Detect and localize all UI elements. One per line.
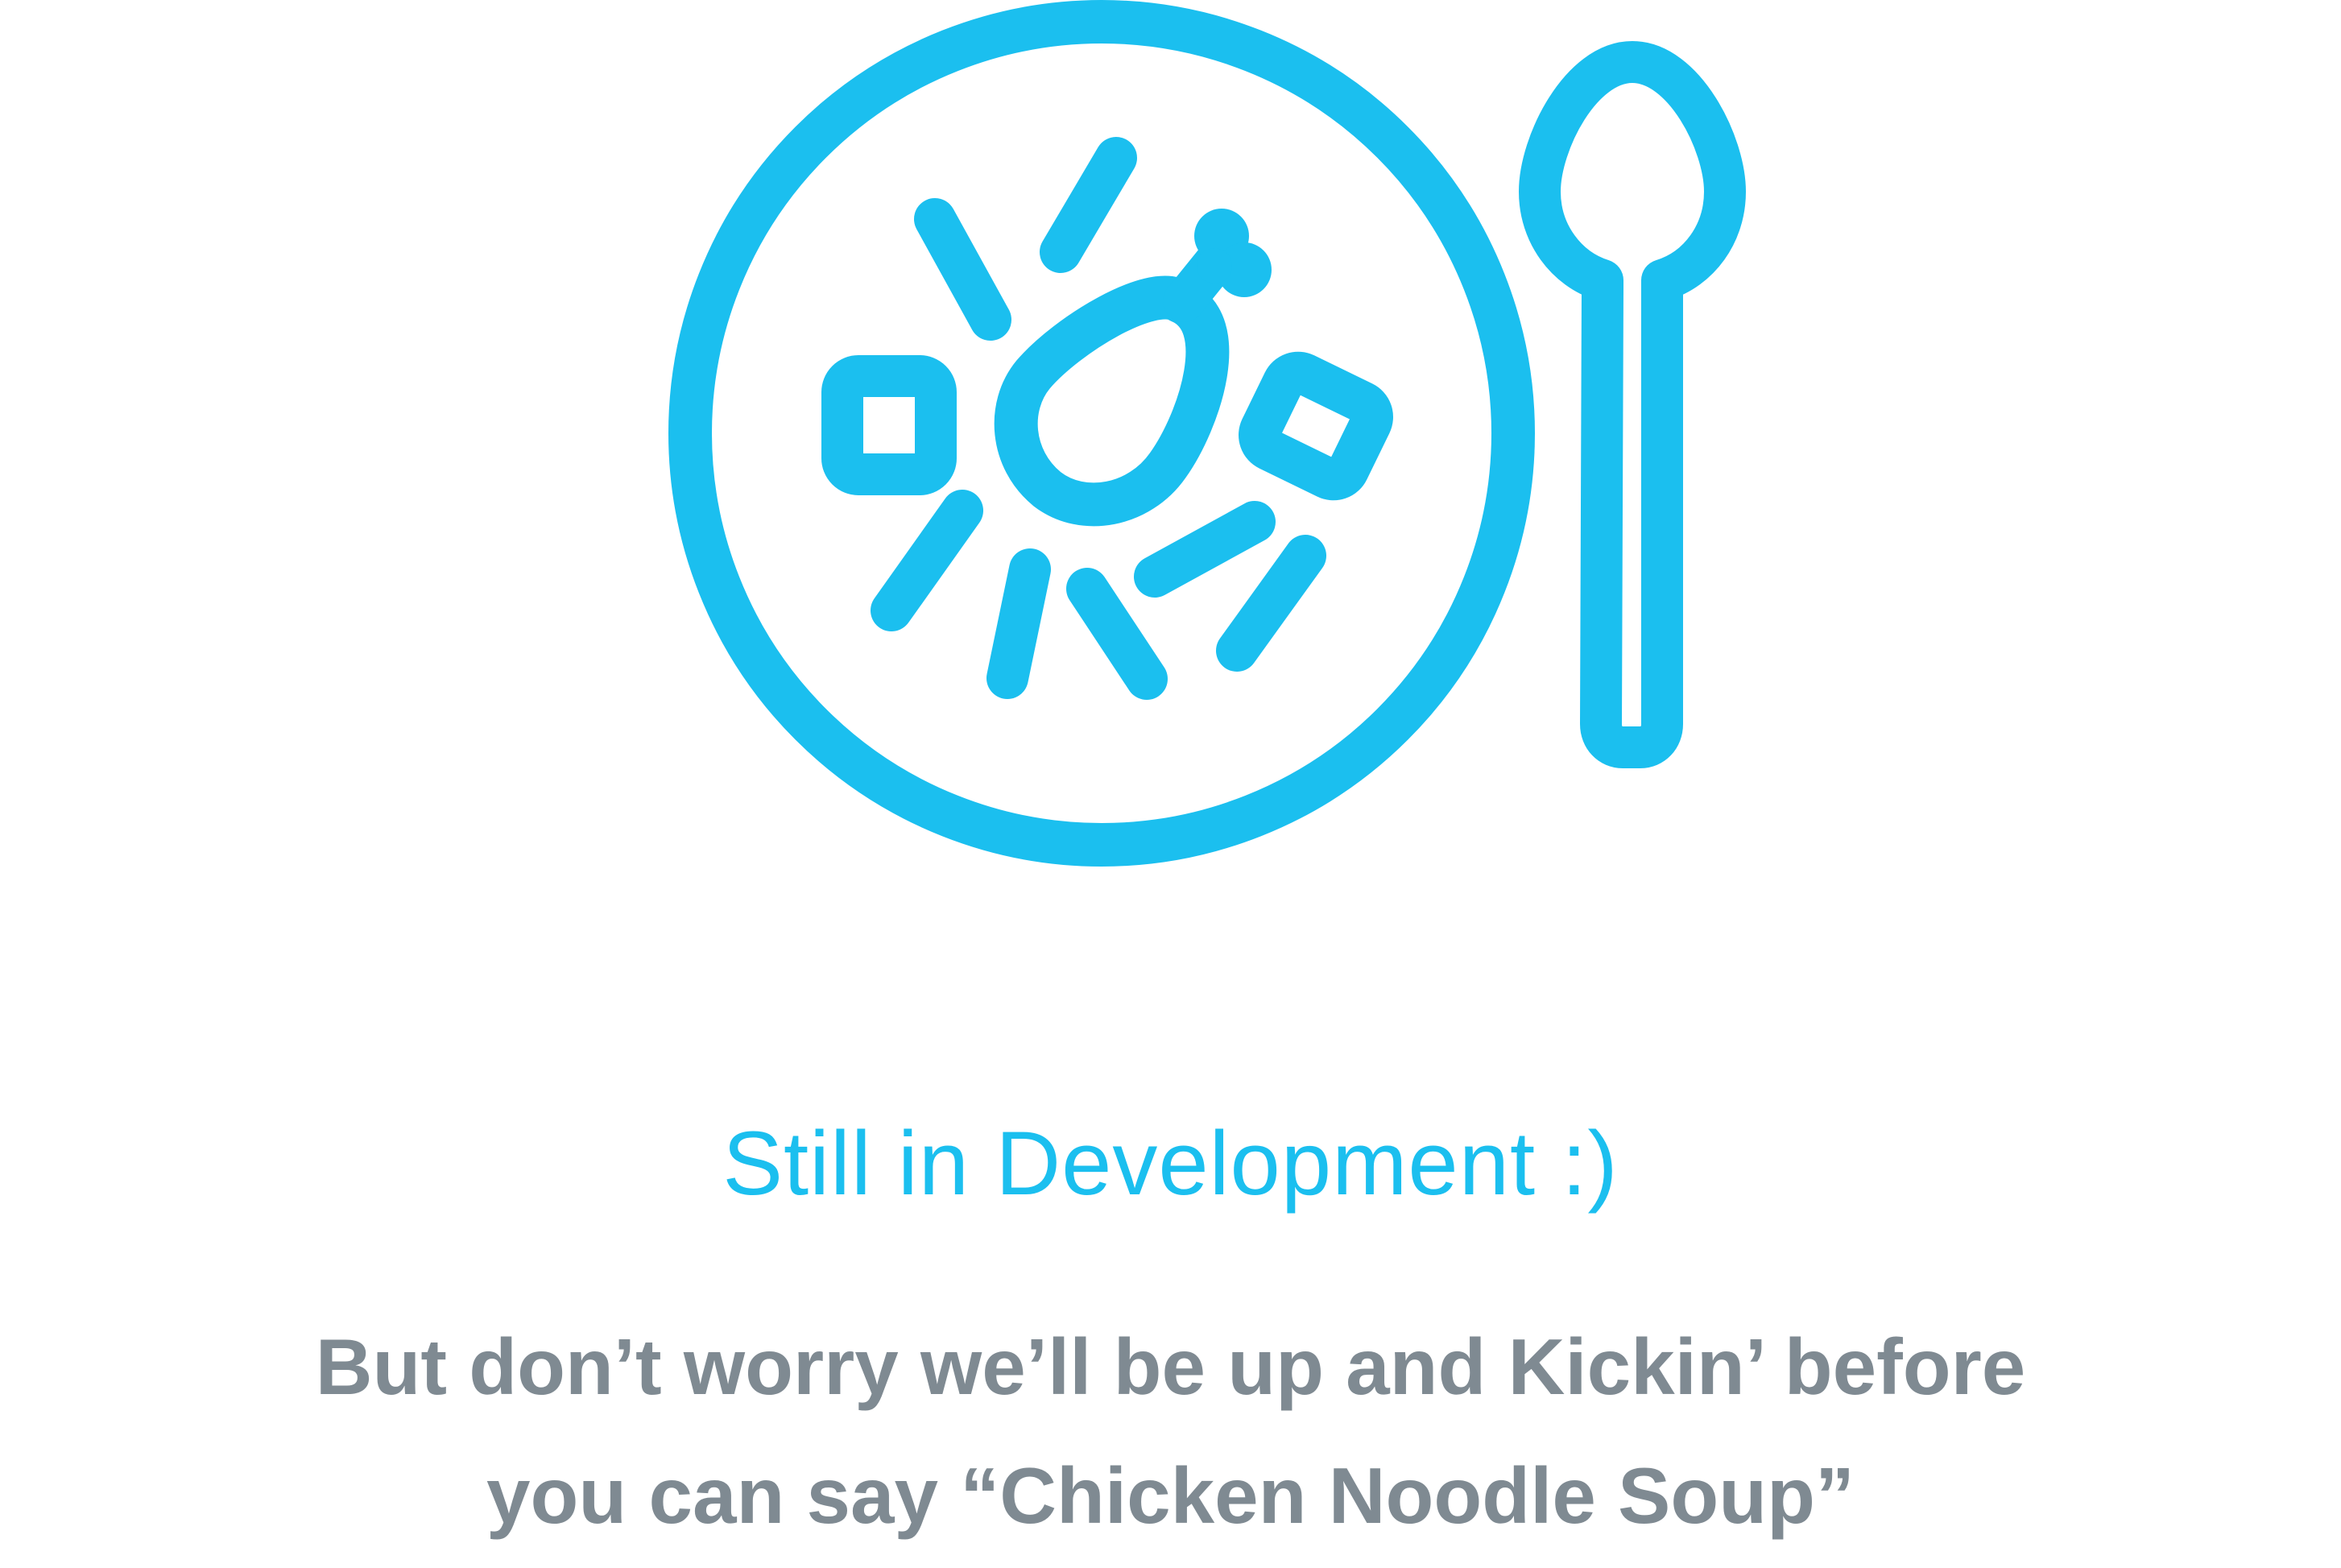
noodle-strand-icon bbox=[914, 198, 1011, 341]
noodle-strand-icon bbox=[871, 490, 983, 631]
noodle-strand-icon bbox=[1134, 501, 1276, 598]
noodle-strand-icon bbox=[1216, 535, 1326, 672]
bone-knuckle-icon bbox=[1197, 248, 1232, 283]
square-noodle-icon bbox=[821, 355, 957, 495]
soup-illustration bbox=[668, 0, 1746, 867]
spoon-icon bbox=[1519, 41, 1746, 768]
noodle-strand-icon bbox=[1040, 137, 1137, 273]
noodle-strand-icon bbox=[1066, 568, 1168, 700]
subtitle-line-1: But don’t worry we’ll be up and Kickin’ … bbox=[315, 1322, 2026, 1411]
page-title: Still in Development :) bbox=[722, 1113, 1619, 1214]
noodle-strand-icon bbox=[986, 548, 1051, 699]
subtitle-line-2: you can say “Chicken Noodle Soup” bbox=[486, 1451, 1855, 1540]
chicken-drumstick-icon bbox=[994, 275, 1230, 527]
rotated-square-noodle-icon bbox=[1239, 351, 1393, 501]
